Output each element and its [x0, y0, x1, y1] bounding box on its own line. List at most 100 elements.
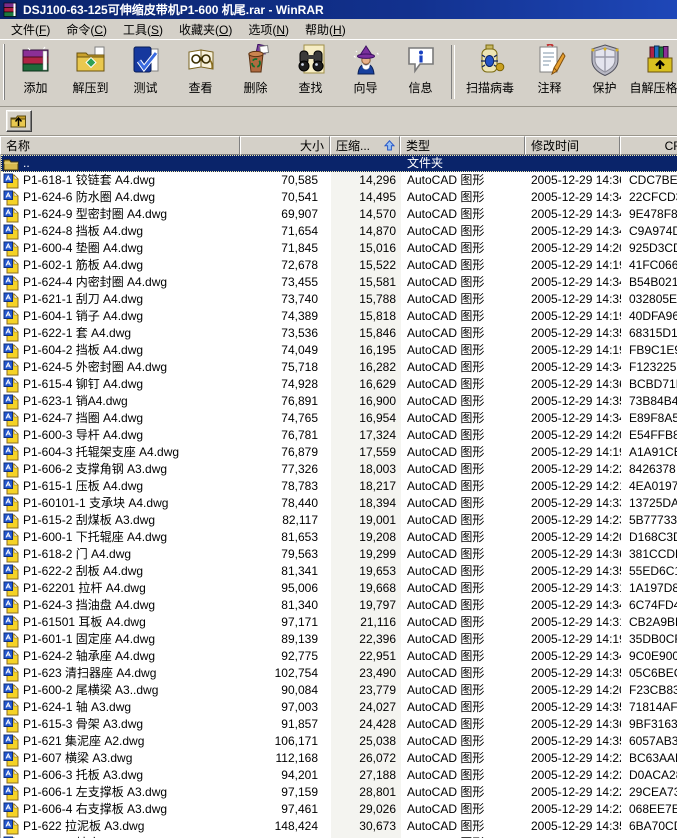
file-name: P1-606-4 右支撑板 A3.dwg — [23, 802, 168, 816]
dwg-file-icon — [3, 717, 19, 733]
file-size: 69,907 — [281, 207, 318, 221]
file-crc32: 6C74FD4 — [629, 598, 677, 612]
toolbar-button-label: 测试 — [133, 81, 158, 95]
file-row[interactable]: P1-604-2 挡板 A4.dwg 74,049 16,195 AutoCAD 图形… — [1, 342, 677, 359]
file-row[interactable]: P1-615-4 铆钉 A4.dwg 74,928 16,629 AutoCAD 图形… — [1, 376, 677, 393]
file-row[interactable]: P1-624-2 轴承座 A4.dwg 92,775 22,951 AutoCAD 图… — [1, 648, 677, 665]
dwg-file-icon — [3, 734, 19, 750]
file-row[interactable]: P1-621-1 刮刀 A4.dwg 73,740 15,788 AutoCAD 图形… — [1, 291, 677, 308]
file-row[interactable]: P1-621 集泥座 A2.dwg 106,171 25,038 AutoCAD 图形… — [1, 733, 677, 750]
toolbar-button[interactable]: 保护 — [577, 40, 632, 97]
file-size: 97,461 — [281, 802, 318, 816]
file-packed-size: 16,900 — [331, 393, 401, 410]
menu-item[interactable]: 选项(N) — [240, 19, 297, 40]
toolbar-button-label: 查看 — [188, 81, 213, 95]
column-header[interactable]: 类型 — [400, 136, 525, 155]
file-row[interactable]: P1-618-2 门 A4.dwg 79,563 19,299 AutoCAD 图形 2… — [1, 546, 677, 563]
file-row[interactable]: P1-600-1 下托辊座 A4.dwg 81,653 19,208 AutoCAD … — [1, 529, 677, 546]
file-row[interactable]: P1-606-4 右支撑板 A3.dwg 97,461 29,026 AutoCAD … — [1, 801, 677, 818]
file-size: 75,718 — [281, 360, 318, 374]
toolbar-button[interactable]: 查找 — [283, 40, 338, 97]
file-row[interactable]: P1-623 清扫器座 A4.dwg 102,754 23,490 AutoCAD 图… — [1, 665, 677, 682]
column-header[interactable]: 压缩... — [330, 136, 400, 155]
menu-item[interactable]: 工具(S) — [115, 19, 171, 40]
toolbar-button[interactable]: 扫描病毒 — [458, 40, 522, 97]
file-size: 76,891 — [281, 394, 318, 408]
file-row[interactable]: P1-602-1 筋板 A4.dwg 72,678 15,522 AutoCAD 图形… — [1, 257, 677, 274]
file-packed-size: 16,629 — [331, 376, 401, 393]
file-row[interactable]: P1-624-4 内密封圈 A4.dwg 73,455 15,581 AutoCAD … — [1, 274, 677, 291]
file-packed-size — [331, 155, 401, 172]
toolbar-grip-handle[interactable] — [3, 44, 5, 100]
file-row[interactable]: P1-600-4 垫圈 A4.dwg 71,845 15,016 AutoCAD 图形… — [1, 240, 677, 257]
file-row[interactable]: P1-624-8 挡板 A4.dwg 71,654 14,870 AutoCAD 图形… — [1, 223, 677, 240]
file-row[interactable]: P1-601-1 固定座 A4.dwg 89,139 22,396 AutoCAD 图… — [1, 631, 677, 648]
dwg-file-icon — [3, 513, 19, 529]
toolbar-button[interactable]: 测试 — [118, 40, 173, 97]
menu-item[interactable]: 文件(F) — [3, 19, 58, 40]
dwg-file-icon — [3, 802, 19, 818]
column-header[interactable]: 名称 — [0, 136, 240, 155]
file-row[interactable]: P1-615-3 骨架 A3.dwg 91,857 24,428 AutoCAD 图形… — [1, 716, 677, 733]
file-type: AutoCAD 图形 — [407, 819, 485, 833]
file-packed-size: 29,026 — [331, 801, 401, 818]
file-type: AutoCAD 图形 — [407, 326, 485, 340]
toolbar-button[interactable]: 删除 — [228, 40, 283, 97]
file-size: 112,168 — [275, 751, 319, 765]
file-size: 77,326 — [281, 462, 318, 476]
parent-directory-row[interactable]: .. 文件夹 — [1, 155, 677, 172]
file-size: 71,654 — [281, 224, 318, 238]
file-row[interactable]: P1-600-3 导杆 A4.dwg 76,781 17,324 AutoCAD 图形… — [1, 427, 677, 444]
file-row[interactable]: P1-622 拉泥板 A3.dwg 148,424 30,673 AutoCAD 图形… — [1, 818, 677, 835]
toolbar-button[interactable]: 信息 — [393, 40, 448, 97]
file-row[interactable]: P1-60101-1 支承块 A4.dwg 78,440 18,394 AutoCAD… — [1, 495, 677, 512]
menu-item[interactable]: 命令(C) — [58, 19, 115, 40]
file-size: 70,585 — [281, 173, 318, 187]
dwg-file-icon — [3, 428, 19, 444]
file-row[interactable]: P1-624-1 轴 A3.dwg 97,003 24,027 AutoCAD 图形 2… — [1, 699, 677, 716]
file-row[interactable]: P1-622-2 刮板 A4.dwg 81,341 19,653 AutoCAD 图形… — [1, 563, 677, 580]
file-row[interactable]: P1-604-1 销子 A4.dwg 74,389 15,818 AutoCAD 图形… — [1, 308, 677, 325]
toolbar-button[interactable]: 解压到 — [63, 40, 118, 97]
file-row[interactable]: P1-624-7 挡圈 A4.dwg 74,765 16,954 AutoCAD 图形… — [1, 410, 677, 427]
toolbar-separator — [451, 45, 455, 99]
file-row[interactable]: P1-624-6 防水圈 A4.dwg 70,541 14,495 AutoCAD 图… — [1, 189, 677, 206]
file-crc32: F23CB83 — [629, 683, 677, 697]
file-row[interactable]: P1-600-2 尾横梁 A3..dwg 90,084 23,779 AutoCAD … — [1, 682, 677, 699]
file-row[interactable]: P1-606-3 托板 A3.dwg 94,201 27,188 AutoCAD 图形… — [1, 767, 677, 784]
up-directory-button[interactable] — [6, 110, 32, 132]
file-row[interactable]: P1-623-1 销A4.dwg 76,891 16,900 AutoCAD 图形 20… — [1, 393, 677, 410]
toolbar-button[interactable]: 注释 — [522, 40, 577, 97]
title-bar[interactable]: DSJ100-63-125可伸缩皮带机P1-600 机尾.rar - WinRA… — [0, 0, 677, 19]
toolbar-button[interactable]: 自解压格式 — [630, 40, 677, 97]
column-header[interactable]: 修改时间 — [525, 136, 620, 155]
file-row[interactable]: P1-615-2 刮煤板 A3.dwg 82,117 19,001 AutoCAD 图… — [1, 512, 677, 529]
file-row[interactable]: P1-624-9 型密封圈 A4.dwg 69,907 14,570 AutoCAD … — [1, 206, 677, 223]
file-row[interactable]: P1-618-1 铰链套 A4.dwg 70,585 14,296 AutoCAD 图… — [1, 172, 677, 189]
toolbar-button[interactable]: 向导 — [338, 40, 393, 97]
file-row[interactable]: P1-606-1 左支撑板 A3.dwg 97,159 28,801 AutoCAD … — [1, 784, 677, 801]
toolbar-button[interactable]: 查看 — [173, 40, 228, 97]
file-row[interactable]: P1-624-5 外密封圈 A4.dwg 75,718 16,282 AutoCAD … — [1, 359, 677, 376]
file-type: AutoCAD 图形 — [407, 768, 485, 782]
file-packed-size: 23,490 — [331, 665, 401, 682]
file-row[interactable]: P1-61501 耳板 A4.dwg 97,171 21,116 AutoCAD 图形… — [1, 614, 677, 631]
dwg-file-icon — [3, 309, 19, 325]
file-row[interactable]: P1-604-3 托辊架支座 A4.dwg 76,879 17,559 AutoCAD… — [1, 444, 677, 461]
file-row[interactable]: P1-607 横梁 A3.dwg 112,168 26,072 AutoCAD 图形 2… — [1, 750, 677, 767]
file-size: 97,159 — [281, 785, 318, 799]
file-modified-time: 2005-12-29 14:36 — [531, 717, 621, 731]
menu-item[interactable]: 收藏夹(O) — [171, 19, 240, 40]
file-row[interactable]: P1-622-1 套 A4.dwg 73,536 15,846 AutoCAD 图形 2… — [1, 325, 677, 342]
toolbar-button[interactable]: 添加 — [8, 40, 63, 97]
file-row[interactable]: P1-624-3 挡油盘 A4.dwg 81,340 19,797 AutoCAD 图… — [1, 597, 677, 614]
file-row[interactable]: P1-62201 拉杆 A4.dwg 95,006 19,668 AutoCAD 图形… — [1, 580, 677, 597]
file-row[interactable]: P1-615-1 压板 A4.dwg 78,783 18,217 AutoCAD 图形… — [1, 478, 677, 495]
file-row[interactable]: P1-606-2 支撑角钢 A3.dwg 77,326 18,003 AutoCAD … — [1, 461, 677, 478]
menu-item[interactable]: 帮助(H) — [297, 19, 354, 40]
file-packed-size: 17,559 — [331, 444, 401, 461]
column-header[interactable]: CRC32 — [620, 136, 677, 155]
column-header[interactable]: 大小 — [240, 136, 330, 155]
file-packed-size: 15,818 — [331, 308, 401, 325]
file-size: 81,653 — [281, 530, 318, 544]
